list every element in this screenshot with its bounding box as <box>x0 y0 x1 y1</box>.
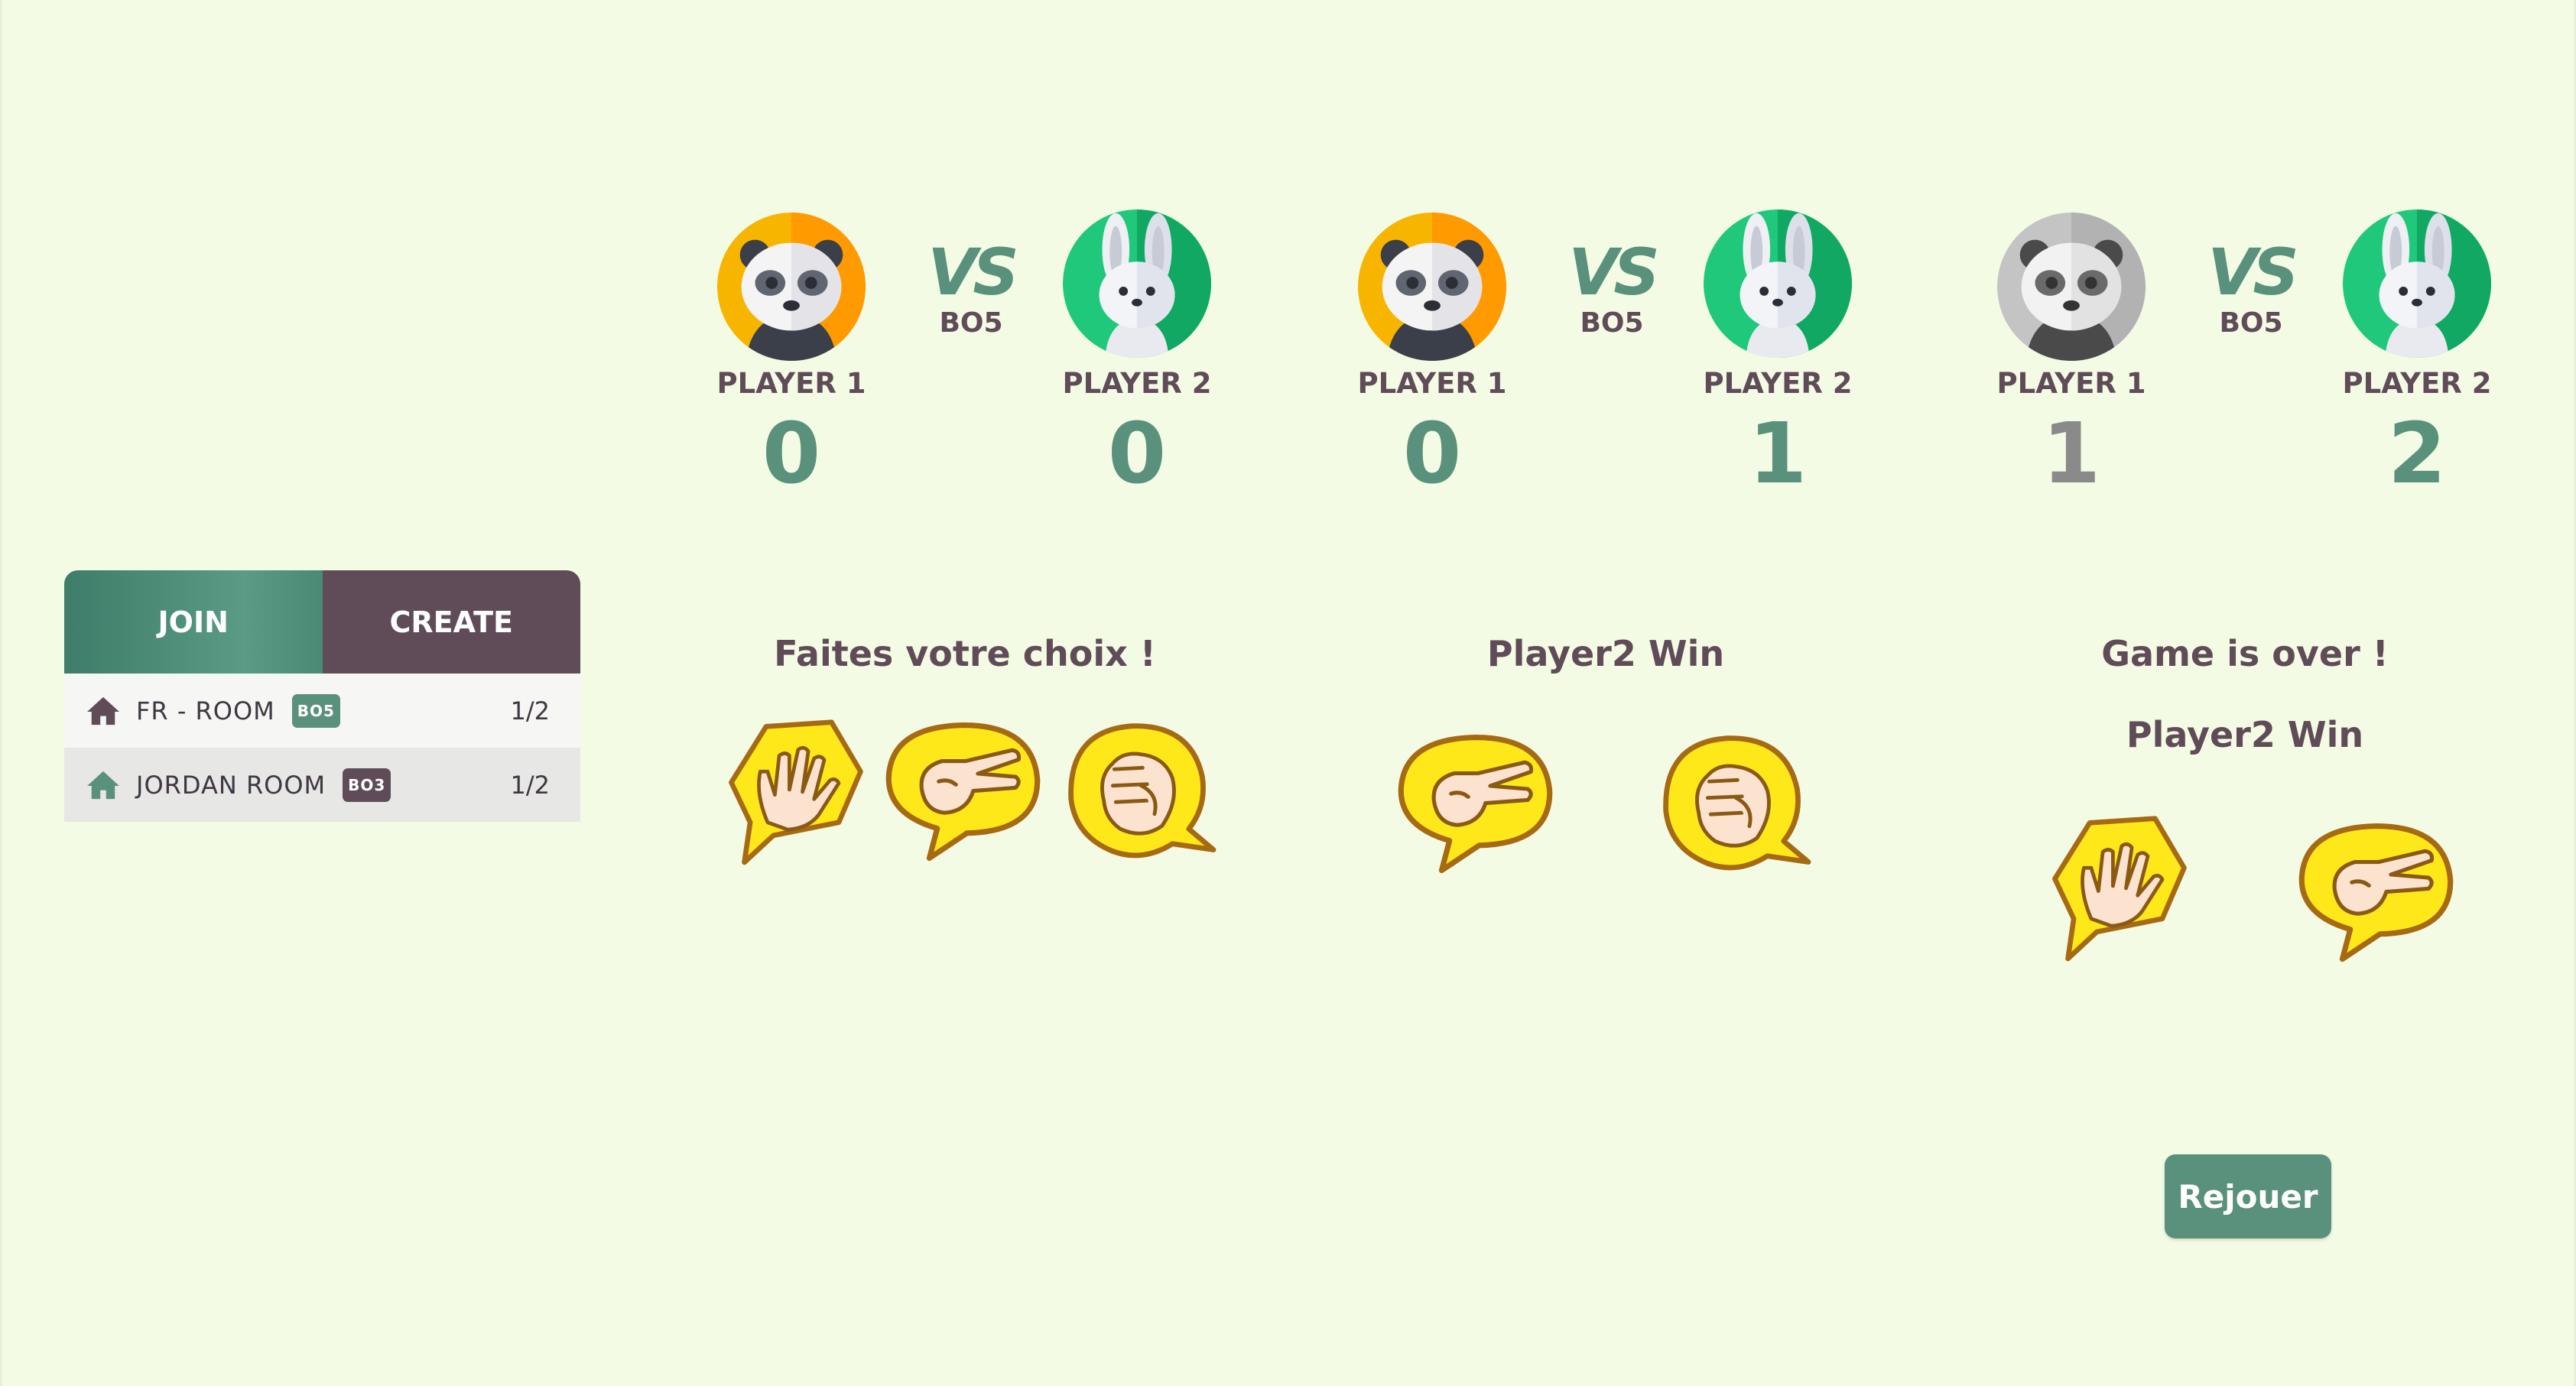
rabbit-icon <box>2341 208 2493 359</box>
home-icon <box>87 696 119 725</box>
player2-choice-scissors <box>2294 816 2458 966</box>
home-icon <box>87 771 119 799</box>
scissors-choice-button[interactable] <box>881 716 1045 865</box>
paper-hand-icon <box>723 709 868 870</box>
rabbit-icon <box>1061 208 1213 359</box>
replay-button[interactable]: Rejouer <box>2165 1154 2331 1238</box>
rock-hand-icon <box>1057 717 1221 866</box>
player1-score: 0 <box>1402 404 1462 502</box>
player2-score: 0 <box>1107 404 1167 502</box>
scissors-hand-icon <box>1393 728 1558 877</box>
room-format-badge: BO3 <box>343 768 391 802</box>
room-player-count: 1/2 <box>510 770 551 800</box>
tab-create[interactable]: CREATE <box>322 570 580 674</box>
rabbit-icon <box>1702 208 1853 359</box>
vs-label: VS <box>927 235 1019 310</box>
paper-hand-icon <box>2046 806 2191 966</box>
room-item-fr-room[interactable]: FR - ROOM BO5 1/2 <box>64 674 580 748</box>
player1-name: PLAYER 1 <box>1357 367 1507 400</box>
vs-label: VS <box>2207 235 2299 310</box>
final-result-message: Player2 Win <box>2126 714 2364 755</box>
rooms-tabs: JOIN CREATE <box>64 570 580 674</box>
paper-choice-button[interactable] <box>723 709 868 870</box>
scissors-hand-icon <box>2294 816 2458 966</box>
match-format: BO5 <box>1580 307 1644 339</box>
rock-hand-icon <box>1652 729 1816 878</box>
tab-join[interactable]: JOIN <box>64 570 323 674</box>
rock-choice-button[interactable] <box>1057 717 1221 866</box>
round-result-message: Player2 Win <box>1486 633 1725 674</box>
status-message: Faites votre choix ! <box>774 633 1156 674</box>
room-item-jordan-room[interactable]: JORDAN ROOM BO3 1/2 <box>64 748 580 822</box>
room-list: FR - ROOM BO5 1/2 JORDAN ROOM BO3 1/2 <box>64 674 580 822</box>
panda-icon-gray <box>1996 211 2147 362</box>
room-format-badge: BO5 <box>291 693 340 728</box>
game-panel-2: VS BO5 PLAYER 1 PLAYER 2 0 1 Player2 Win <box>1338 205 1873 1352</box>
player2-name: PLAYER 2 <box>1703 367 1853 400</box>
player1-choice-paper <box>2046 806 2191 966</box>
player2-score: 1 <box>1748 404 1808 502</box>
room-name: JORDAN ROOM <box>136 770 326 800</box>
match-format: BO5 <box>939 307 1003 339</box>
player1-name: PLAYER 1 <box>1996 367 2146 400</box>
vs-label: VS <box>1568 235 1660 310</box>
room-player-count: 1/2 <box>510 696 551 725</box>
player2-choice-rock <box>1652 729 1816 878</box>
game-panel-1: VS BO5 PLAYER 1 PLAYER 2 0 0 Faites votr… <box>697 205 1233 1352</box>
player1-choice-scissors <box>1393 728 1558 877</box>
match-format: BO5 <box>2219 307 2283 339</box>
player2-name: PLAYER 2 <box>1062 367 1212 400</box>
panda-icon <box>716 211 867 362</box>
player1-score: 1 <box>2042 404 2101 502</box>
room-name: FR - ROOM <box>136 696 275 725</box>
player1-name: PLAYER 1 <box>716 367 866 400</box>
rooms-panel: JOIN CREATE FR - ROOM BO5 1/2 JORDAN ROO… <box>64 570 580 822</box>
player2-name: PLAYER 2 <box>2342 367 2492 400</box>
panda-icon <box>1356 211 1508 362</box>
game-over-message: Game is over ! <box>2101 633 2389 674</box>
player1-score: 0 <box>762 404 821 502</box>
player2-score: 2 <box>2387 404 2447 502</box>
scissors-hand-icon <box>881 716 1045 865</box>
